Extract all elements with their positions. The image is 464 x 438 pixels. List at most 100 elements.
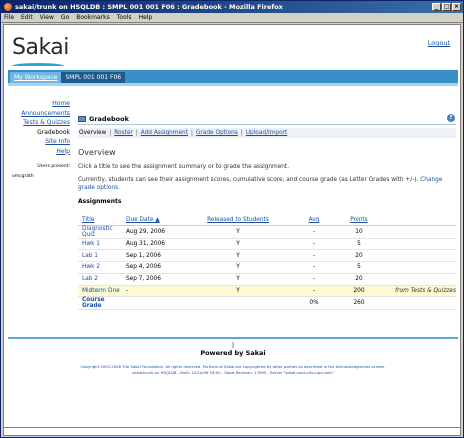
due-date: - — [126, 285, 188, 298]
course-grade-points: 260 — [340, 296, 378, 311]
close-button[interactable]: × — [452, 3, 461, 11]
intro-text: Click a title to see the assignment summ… — [78, 164, 290, 170]
tool-nav-add-assignment[interactable]: Add Assignment — [141, 130, 188, 136]
released-flag: Y — [188, 225, 288, 239]
assignment-title-link[interactable]: Midterm One — [78, 285, 126, 298]
row-note: from Tests & Quizzes — [378, 285, 456, 298]
tool-nav-roster[interactable]: Roster — [114, 130, 133, 136]
avg-value: - — [288, 225, 340, 239]
tool-nav: Overview | Roster | Add Assignment | Gra… — [78, 128, 456, 138]
menu-help[interactable]: Help — [139, 14, 153, 21]
due-date: Sep 1, 2006 — [126, 249, 188, 263]
info-text: Currently, students can see their assign… — [78, 177, 419, 183]
sidebar-item-site-info[interactable]: Site Info — [8, 137, 70, 147]
maximize-button[interactable]: □ — [442, 3, 451, 11]
points-value: 5 — [340, 261, 378, 274]
released-flag: Y — [188, 273, 288, 286]
menu-edit[interactable]: Edit — [21, 14, 33, 21]
firefox-icon — [4, 3, 12, 11]
col-avg[interactable]: Avg — [288, 215, 340, 226]
tool-title: Gradebook — [89, 114, 129, 123]
table-row: Diagnostic Quiz Aug 29, 2006 Y - 10 — [78, 225, 456, 239]
grade-options-text: Currently, students can see their assign… — [78, 177, 456, 192]
assignment-title-link[interactable]: Lab 2 — [78, 273, 126, 286]
logo-swoosh — [12, 63, 64, 69]
points-value: 20 — [340, 249, 378, 263]
present-user: omcgrath — [12, 174, 34, 179]
sidebar-item-tests-quizzes[interactable]: Tests & Quizzes — [8, 118, 70, 128]
table-row: Midterm One - Y - 200 from Tests & Quizz… — [78, 285, 456, 298]
browser-window: sakai/trunk on HSQLDB : SMPL 001 001 F06… — [0, 0, 464, 438]
users-present-label: Users present: — [37, 164, 70, 169]
minimize-button[interactable]: _ — [432, 3, 441, 11]
col-due-date[interactable]: Due Date ▲ — [126, 215, 188, 226]
table-row: Lab 2 Sep 7, 2006 Y - 20 — [78, 273, 456, 286]
assignment-title-link[interactable]: Diagnostic Quiz — [78, 225, 126, 239]
sidebar-item-home[interactable]: Home — [8, 99, 70, 109]
title-bar: sakai/trunk on HSQLDB : SMPL 001 001 F06… — [1, 1, 463, 13]
tool-nav-grade-options[interactable]: Grade Options — [196, 130, 238, 136]
points-value: 200 — [340, 285, 378, 298]
released-flag: Y — [188, 261, 288, 274]
site-tabs: My Workspace SMPL 001 001 F06 — [8, 70, 458, 83]
released-flag: Y — [188, 249, 288, 263]
sidebar-item-announcements[interactable]: Announcements — [8, 109, 70, 119]
avg-value: - — [288, 273, 340, 286]
course-grade-link[interactable]: Course Grade — [78, 296, 126, 311]
avg-value: - — [288, 249, 340, 263]
table-row: Hwk 2 Sep 4, 2006 Y - 5 — [78, 261, 456, 274]
site-tabs-underline — [8, 83, 458, 86]
table-header: Title Due Date ▲ Released to Students Av… — [78, 215, 456, 226]
logout-link[interactable]: Logout — [428, 39, 450, 47]
avg-value: - — [288, 285, 340, 298]
row-note — [378, 238, 456, 251]
status-bar — [3, 427, 461, 435]
footer-separator: | — [232, 342, 235, 349]
copyright-text: Copyright 2003-2006 The Sakai Foundation… — [14, 364, 452, 375]
col-title[interactable]: Title — [78, 215, 126, 226]
page-content: Sakai Logout My Workspace SMPL 001 001 F… — [3, 24, 461, 436]
assignments-table: Title Due Date ▲ Released to Students Av… — [78, 215, 456, 311]
menu-tools[interactable]: Tools — [117, 14, 132, 21]
gradebook-icon — [78, 115, 86, 122]
window-title: sakai/trunk on HSQLDB : SMPL 001 001 F06… — [15, 3, 283, 11]
menu-view[interactable]: View — [40, 14, 54, 21]
assignment-title-link[interactable]: Hwk 1 — [78, 238, 126, 251]
sidebar-item-gradebook: Gradebook — [37, 128, 70, 136]
tab-my-workspace[interactable]: My Workspace — [10, 72, 62, 83]
menu-bookmarks[interactable]: Bookmarks — [76, 14, 110, 21]
powered-by: Powered by Sakai — [200, 349, 266, 357]
col-points[interactable]: Points — [340, 215, 378, 226]
points-value: 20 — [340, 273, 378, 286]
released-flag: Y — [188, 238, 288, 251]
sakai-logo: Sakai — [12, 35, 69, 60]
assignment-title-link[interactable]: Lab 1 — [78, 249, 126, 263]
gradebook-tool: Gradebook ? Overview | Roster | Add Assi… — [78, 113, 456, 311]
table-row: Hwk 1 Aug 31, 2006 Y - 5 — [78, 238, 456, 251]
row-note — [378, 273, 456, 286]
col-released[interactable]: Released to Students — [188, 215, 288, 226]
due-date: Sep 7, 2006 — [126, 273, 188, 286]
avg-value: - — [288, 238, 340, 251]
assignments-heading: Assignments — [78, 198, 122, 205]
course-grade-avg: 0% — [288, 296, 340, 311]
menu-go[interactable]: Go — [61, 14, 69, 21]
row-note — [378, 249, 456, 263]
due-date: Aug 29, 2006 — [126, 225, 188, 239]
sidebar-item-help[interactable]: Help — [8, 147, 70, 157]
due-date: Sep 4, 2006 — [126, 261, 188, 274]
page-title: Overview — [78, 148, 116, 157]
tab-current-site[interactable]: SMPL 001 001 F06 — [61, 72, 126, 83]
tool-title-bar: Gradebook ? — [78, 113, 456, 125]
table-row: Lab 1 Sep 1, 2006 Y - 20 — [78, 249, 456, 263]
left-nav: Home Announcements Tests & Quizzes Grade… — [8, 99, 70, 156]
menu-bar: File Edit View Go Bookmarks Tools Help — [1, 13, 463, 23]
avg-value: - — [288, 261, 340, 274]
assignment-title-link[interactable]: Hwk 2 — [78, 261, 126, 274]
help-icon[interactable]: ? — [447, 114, 455, 122]
points-value: 5 — [340, 238, 378, 251]
menu-file[interactable]: File — [4, 14, 14, 21]
released-flag: Y — [188, 285, 288, 298]
footer-divider — [8, 337, 458, 339]
tool-nav-upload-import[interactable]: Upload/Import — [246, 130, 288, 136]
